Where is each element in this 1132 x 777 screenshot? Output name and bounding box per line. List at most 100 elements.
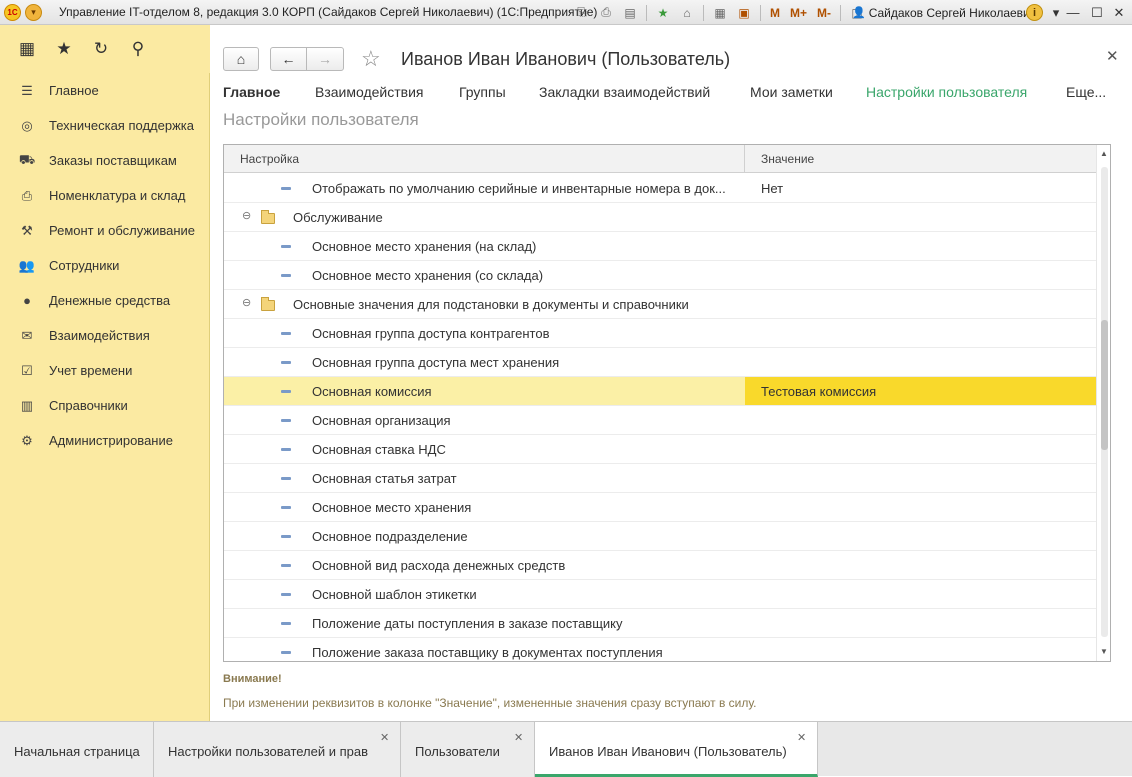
tab-user-settings[interactable]: Настройки пользователя [866, 84, 1027, 100]
tab-my-notes[interactable]: Мои заметки [750, 84, 833, 100]
sidebar-item-time-tracking[interactable]: ☑ Учет времени [0, 353, 210, 388]
scroll-up-icon[interactable]: ▲ [1100, 149, 1108, 158]
table-row[interactable]: Основная ставка НДС [224, 435, 1096, 464]
collapse-toggle-icon[interactable]: ⊖ [242, 209, 251, 222]
setting-name: Основная организация [312, 413, 451, 428]
close-tab-icon[interactable]: ✕ [380, 731, 389, 744]
setting-name: Основное место хранения (со склада) [312, 268, 544, 283]
window-tab-users-rights[interactable]: Настройки пользователей и прав ✕ [154, 722, 401, 777]
memory-plus-button[interactable]: M+ [787, 4, 810, 22]
home-button[interactable]: ⌂ [223, 47, 259, 71]
setting-name: Основной шаблон этикетки [312, 587, 477, 602]
print-icon[interactable]: ⎙ [596, 4, 616, 22]
history-icon[interactable]: ⌂ [677, 4, 697, 22]
search-icon[interactable]: ⚲ [123, 34, 153, 64]
close-tab-icon[interactable]: ✕ [514, 731, 523, 744]
table-row[interactable]: Основное подразделение [224, 522, 1096, 551]
calculator-icon[interactable]: ▦ [710, 4, 730, 22]
warning-title: Внимание! [223, 673, 282, 685]
info-icon[interactable]: i [1026, 4, 1043, 21]
table-row[interactable]: Основной вид расхода денежных средств [224, 551, 1096, 580]
scroll-down-icon[interactable]: ▼ [1100, 647, 1108, 656]
gear-icon: ⚙ [21, 432, 33, 448]
scroll-thumb[interactable] [1101, 320, 1108, 450]
item-marker-icon [281, 593, 291, 596]
close-tab-icon[interactable]: ✕ [797, 731, 806, 744]
user-icon: 👤 [852, 7, 866, 19]
forward-button[interactable]: → [306, 47, 344, 71]
table-row[interactable]: Основное место хранения [224, 493, 1096, 522]
setting-value[interactable]: Тестовая комиссия [761, 384, 876, 399]
table-row[interactable]: Основное место хранения (со склада) [224, 261, 1096, 290]
arrow-right-icon: → [318, 51, 332, 67]
item-marker-icon [281, 477, 291, 480]
sidebar-item-references[interactable]: ▥ Справочники [0, 388, 210, 423]
table-group-row[interactable]: ⊖ Основные значения для подстановки в до… [224, 290, 1096, 319]
tab-more[interactable]: Еще... [1066, 84, 1106, 100]
window-tab-home[interactable]: Начальная страница [0, 722, 154, 777]
window-tab-ivanov[interactable]: Иванов Иван Иванович (Пользователь) ✕ [535, 722, 818, 777]
tab-main[interactable]: Главное [223, 84, 280, 100]
table-row[interactable]: Основная статья затрат [224, 464, 1096, 493]
table-row[interactable]: Положение заказа поставщику в документах… [224, 638, 1096, 661]
sidebar-item-interactions[interactable]: ✉ Взаимодействия [0, 318, 210, 353]
setting-value[interactable]: Нет [761, 181, 783, 196]
sidebar-item-support[interactable]: ◎ Техническая поддержка [0, 108, 210, 143]
table-row[interactable]: Основной шаблон этикетки [224, 580, 1096, 609]
minimize-button[interactable]: — [1062, 0, 1084, 25]
group-name: Основные значения для подстановки в доку… [293, 297, 689, 312]
title-toolbar: ⎘ ⎙ ▤ ★ ⌂ ▦ ▣ M M+ M- ◫ [570, 0, 869, 25]
link-icon[interactable]: ⎘ [572, 4, 592, 22]
collapse-toggle-icon[interactable]: ⊖ [242, 296, 251, 309]
sidebar-item-employees[interactable]: 👥 Сотрудники [0, 248, 210, 283]
setting-name: Основное подразделение [312, 529, 468, 544]
group-name: Обслуживание [293, 210, 383, 225]
close-form-button[interactable]: ✕ [1106, 47, 1119, 65]
sidebar-item-repair[interactable]: ⚒ Ремонт и обслуживание [0, 213, 210, 248]
history-icon[interactable]: ↻ [86, 34, 116, 64]
column-header-value[interactable]: Значение [761, 152, 814, 166]
table-group-row[interactable]: ⊖ Обслуживание [224, 203, 1096, 232]
table-row[interactable]: Основная группа доступа мест хранения [224, 348, 1096, 377]
open-windows-bar: Начальная страница Настройки пользовател… [0, 721, 1132, 777]
calendar-icon[interactable]: ▣ [734, 4, 754, 22]
sidebar-item-label: Техническая поддержка [49, 118, 194, 133]
table-row[interactable]: Положение даты поступления в заказе пост… [224, 609, 1096, 638]
maximize-button[interactable]: ☐ [1086, 0, 1108, 25]
window-tab-users[interactable]: Пользователи ✕ [401, 722, 535, 777]
setting-name: Основная статья затрат [312, 471, 457, 486]
sidebar-item-main[interactable]: ☰ Главное [0, 73, 210, 108]
sidebar-item-admin[interactable]: ⚙ Администрирование [0, 423, 210, 458]
current-user[interactable]: 👤 Сайдаков Сергей Николаевич [852, 0, 1036, 25]
main-menu-button[interactable]: ▾ [25, 3, 42, 21]
tab-groups[interactable]: Группы [459, 84, 506, 100]
table-row-selected[interactable]: Основная комиссия Тестовая комиссия [224, 377, 1096, 406]
money-bag-icon: ● [23, 293, 31, 308]
back-button[interactable]: ← [270, 47, 307, 71]
table-row[interactable]: Основная организация [224, 406, 1096, 435]
memory-minus-button[interactable]: M- [814, 4, 834, 22]
favorite-star-icon[interactable]: ☆ [361, 46, 381, 72]
favorites-icon[interactable]: ★ [653, 4, 673, 22]
window-tab-label: Настройки пользователей и прав [168, 744, 369, 759]
people-icon: 👥 [18, 257, 36, 273]
favorites-star-icon[interactable]: ★ [49, 34, 79, 64]
tab-interactions[interactable]: Взаимодействия [315, 84, 424, 100]
all-functions-grid-icon[interactable]: ▦ [12, 34, 42, 64]
column-header-setting[interactable]: Настройка [240, 152, 299, 166]
preview-icon[interactable]: ▤ [620, 4, 640, 22]
vertical-scrollbar[interactable]: ▲ ▼ [1096, 145, 1110, 661]
sidebar-item-money[interactable]: ● Денежные средства [0, 283, 210, 318]
tab-interaction-bookmarks[interactable]: Закладки взаимодействий [539, 84, 710, 100]
table-row[interactable]: Отображать по умолчанию серийные и инвен… [224, 174, 1096, 203]
table-row[interactable]: Основная группа доступа контрагентов [224, 319, 1096, 348]
item-marker-icon [281, 448, 291, 451]
close-window-button[interactable]: ✕ [1108, 0, 1130, 25]
sidebar-item-label: Денежные средства [49, 293, 171, 308]
memory-button[interactable]: M [767, 4, 783, 22]
sidebar-item-nomenclature[interactable]: ⎙ Номенклатура и склад [0, 178, 210, 213]
sidebar-item-supplier-orders[interactable]: ⛟ Заказы поставщикам [0, 143, 210, 178]
table-row[interactable]: Основное место хранения (на склад) [224, 232, 1096, 261]
sidebar-item-label: Номенклатура и склад [49, 188, 186, 203]
sections-panel: ▦ ★ ↻ ⚲ ☰ Главное ◎ Техническая поддержк… [0, 25, 210, 721]
